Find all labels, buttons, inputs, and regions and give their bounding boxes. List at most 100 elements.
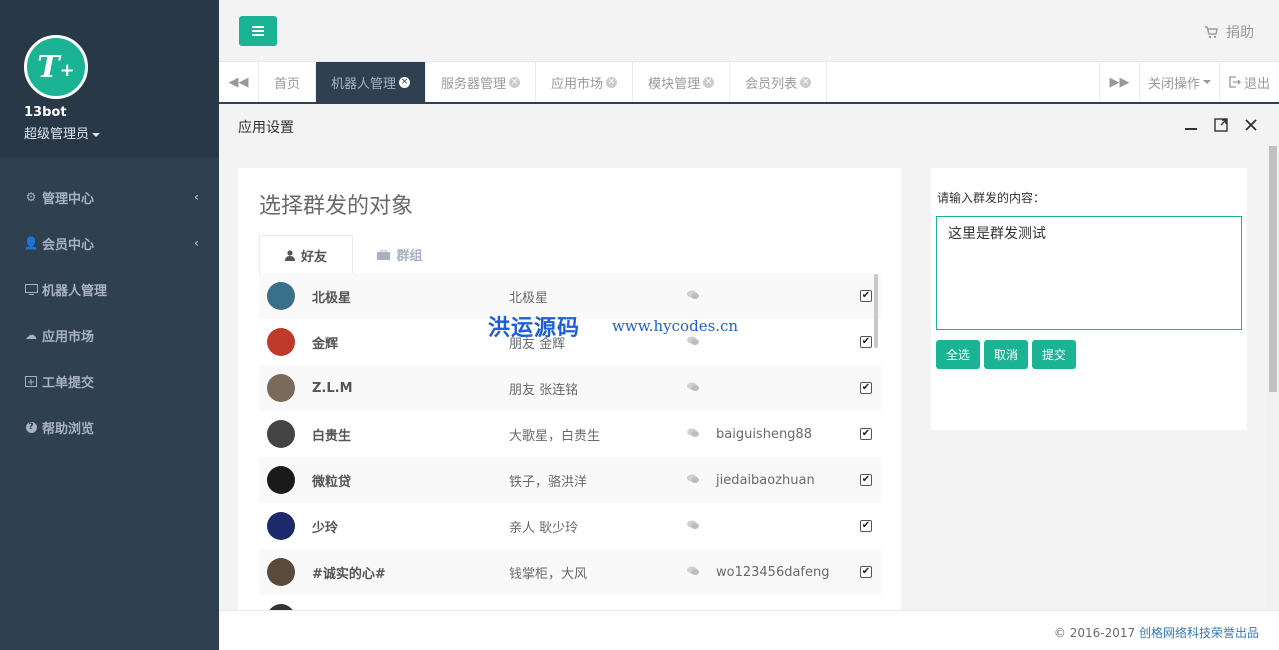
avatar [267, 328, 295, 356]
sign-out-icon [1229, 76, 1241, 88]
page-tab[interactable]: 应用市场 × [536, 62, 634, 102]
backward-icon: ◀◀ [228, 74, 249, 90]
message-label: 请输入群发的内容： [937, 191, 1046, 205]
page-tab[interactable]: 机器人管理 × [316, 62, 427, 102]
recipient-name: 少玲 [312, 520, 339, 536]
sidebar-item[interactable]: 👤 会员中心 ‹ [0, 220, 219, 266]
page-tabs-bar: ◀◀ 首页 机器人管理 × 服务器管理 × 应用市场 × 模块管理 × 会员列表 × ▶▶ 关闭操作… [219, 62, 1279, 104]
sidebar-nav: ⚙ 管理中心 ‹ 👤 会员中心 ‹ 机器人管理 ☁ 应用市场 工单提交? 帮助浏览 [0, 174, 219, 450]
calendar-plus-icon [24, 375, 38, 387]
page-tabs: 首页 机器人管理 × 服务器管理 × 应用市场 × 模块管理 × 会员列表 × [259, 62, 828, 102]
select-all-button[interactable]: 全选 [936, 340, 981, 369]
logout-label: 退出 [1243, 76, 1270, 92]
recipient-row[interactable]: 微粒贷 铁子，骆洪洋 jiedaibaozhuan ✔ [259, 457, 881, 503]
donate-link[interactable]: 捐助 [1204, 22, 1254, 42]
cart-icon [1205, 25, 1218, 38]
sidebar-item[interactable]: 工单提交 [0, 358, 219, 404]
logo-plus: + [59, 59, 75, 81]
sidebar-item[interactable]: 机器人管理 [0, 266, 219, 312]
cancel-button[interactable]: 取消 [984, 340, 1029, 369]
recipient-type-tab[interactable]: 好友 [259, 235, 353, 275]
sidebar-item[interactable]: ? 帮助浏览 [0, 404, 219, 450]
recipient-name: Z.L.M [312, 380, 353, 396]
recipient-row[interactable]: Z.L.M 朋友 张连铭 ✔ [259, 365, 881, 411]
message-textarea[interactable]: 这里是群发测试 [936, 216, 1242, 330]
copyright-prefix: © 2016-2017 [1053, 626, 1136, 640]
recipient-row[interactable]: 少玲 亲人 耿少玲 ✔ [259, 503, 881, 549]
recipient-checkbox[interactable]: ✔ [860, 566, 872, 578]
page-tab-label: 模块管理 [648, 76, 701, 92]
recipient-wechat-id: wo123456dafeng [716, 564, 830, 580]
close-tab-icon[interactable]: × [606, 76, 618, 88]
recipient-name: 金辉 [312, 336, 339, 352]
company-link[interactable]: 创格网络科技荣誉出品 [1139, 626, 1259, 640]
recipient-type-tab[interactable]: 群组 [353, 235, 447, 274]
recipient-remark: 大歌星，白贵生 [509, 428, 601, 444]
panel-tools [1183, 117, 1259, 133]
recipient-checkbox[interactable]: ✔ [860, 382, 872, 394]
recipient-name: 北极星 [312, 290, 352, 306]
menu-toggle-button[interactable] [239, 16, 277, 46]
help-icon: ? [24, 421, 38, 433]
recipient-card-title: 选择群发的对象 [259, 194, 414, 219]
page-tab[interactable]: 首页 [259, 62, 317, 102]
recipient-wechat-id: jiedaibaozhuan [716, 472, 815, 488]
close-icon[interactable] [1243, 117, 1259, 133]
close-operations-dropdown[interactable]: 关闭操作 [1139, 62, 1219, 102]
recipient-type-tabs: 好友 群组 [259, 235, 880, 275]
minimize-icon[interactable] [1183, 117, 1199, 133]
caret-down-icon [1203, 80, 1211, 84]
recipient-type-tab-label: 好友 [300, 249, 327, 265]
recipient-checkbox[interactable]: ✔ [860, 474, 872, 486]
close-tab-icon[interactable]: × [509, 76, 521, 88]
sidebar-item-label: 机器人管理 [42, 283, 108, 299]
hamburger-icon [252, 26, 264, 36]
page-tab-label: 会员列表 [745, 76, 798, 92]
recipient-checkbox[interactable]: ✔ [860, 336, 872, 348]
user-role-dropdown[interactable]: 超级管理员 [24, 123, 101, 142]
recipient-checkbox[interactable]: ✔ [860, 428, 872, 440]
watermark: 洪运源码 www.hycodes.cn [488, 310, 738, 342]
sidebar-item-label: 管理中心 [42, 191, 95, 207]
submit-button[interactable]: 提交 [1032, 340, 1077, 369]
recipient-name: 白贵生 [312, 428, 352, 444]
chevron-left-icon: ‹ [194, 236, 199, 250]
page-tab-label: 服务器管理 [441, 76, 507, 92]
sidebar-item[interactable]: ☁ 应用市场 [0, 312, 219, 358]
recipient-checkbox[interactable]: ✔ [860, 290, 872, 302]
footer-copyright: © 2016-2017 创格网络科技荣誉出品 [1054, 624, 1259, 641]
page-tab[interactable]: 会员列表 × [730, 62, 828, 102]
page-tab-label: 机器人管理 [331, 76, 397, 92]
profile-header: T + 13bot 超级管理员 [0, 0, 219, 158]
recipient-name: #诚实的心# [312, 566, 386, 582]
recipient-checkbox[interactable]: ✔ [860, 520, 872, 532]
recipient-row[interactable]: #诚实的心# 钱掌柜，大风 wo123456dafeng ✔ [259, 549, 881, 595]
user-icon [284, 249, 295, 261]
app-logo[interactable]: T + [24, 35, 88, 99]
chat-icon [687, 520, 699, 533]
watermark-url: www.hycodes.cn [612, 317, 739, 335]
content-scrollbar-thumb[interactable] [1269, 146, 1277, 392]
page-tab-label: 应用市场 [551, 76, 604, 92]
page-tab[interactable]: 服务器管理 × [426, 62, 537, 102]
recipient-row[interactable]: 白贵生 大歌星，白贵生 baiguisheng88 ✔ [259, 411, 881, 457]
recipient-wechat-id: baiguisheng88 [716, 426, 812, 442]
maximize-icon[interactable] [1213, 117, 1229, 133]
recipient-name: 微粒贷 [312, 474, 352, 490]
recipient-remark: 北极星 [509, 290, 549, 306]
avatar [267, 466, 295, 494]
tabs-scroll-left-button[interactable]: ◀◀ [219, 62, 259, 102]
close-tab-icon[interactable]: × [703, 76, 715, 88]
recipient-row[interactable] [259, 595, 881, 610]
tabs-scroll-right-button[interactable]: ▶▶ [1099, 62, 1139, 102]
recipient-list-scrollbar[interactable] [874, 274, 878, 348]
avatar [267, 420, 295, 448]
logout-button[interactable]: 退出 [1219, 62, 1279, 102]
close-tab-icon[interactable]: × [800, 76, 812, 88]
close-tab-icon[interactable]: × [399, 76, 411, 88]
page-tab[interactable]: 模块管理 × [633, 62, 731, 102]
recipient-remark: 钱掌柜，大风 [509, 566, 588, 582]
sidebar-item[interactable]: ⚙ 管理中心 ‹ [0, 174, 219, 220]
avatar [267, 512, 295, 540]
message-card: 请输入群发的内容： 这里是群发测试 全选 取消 提交 [931, 168, 1247, 430]
